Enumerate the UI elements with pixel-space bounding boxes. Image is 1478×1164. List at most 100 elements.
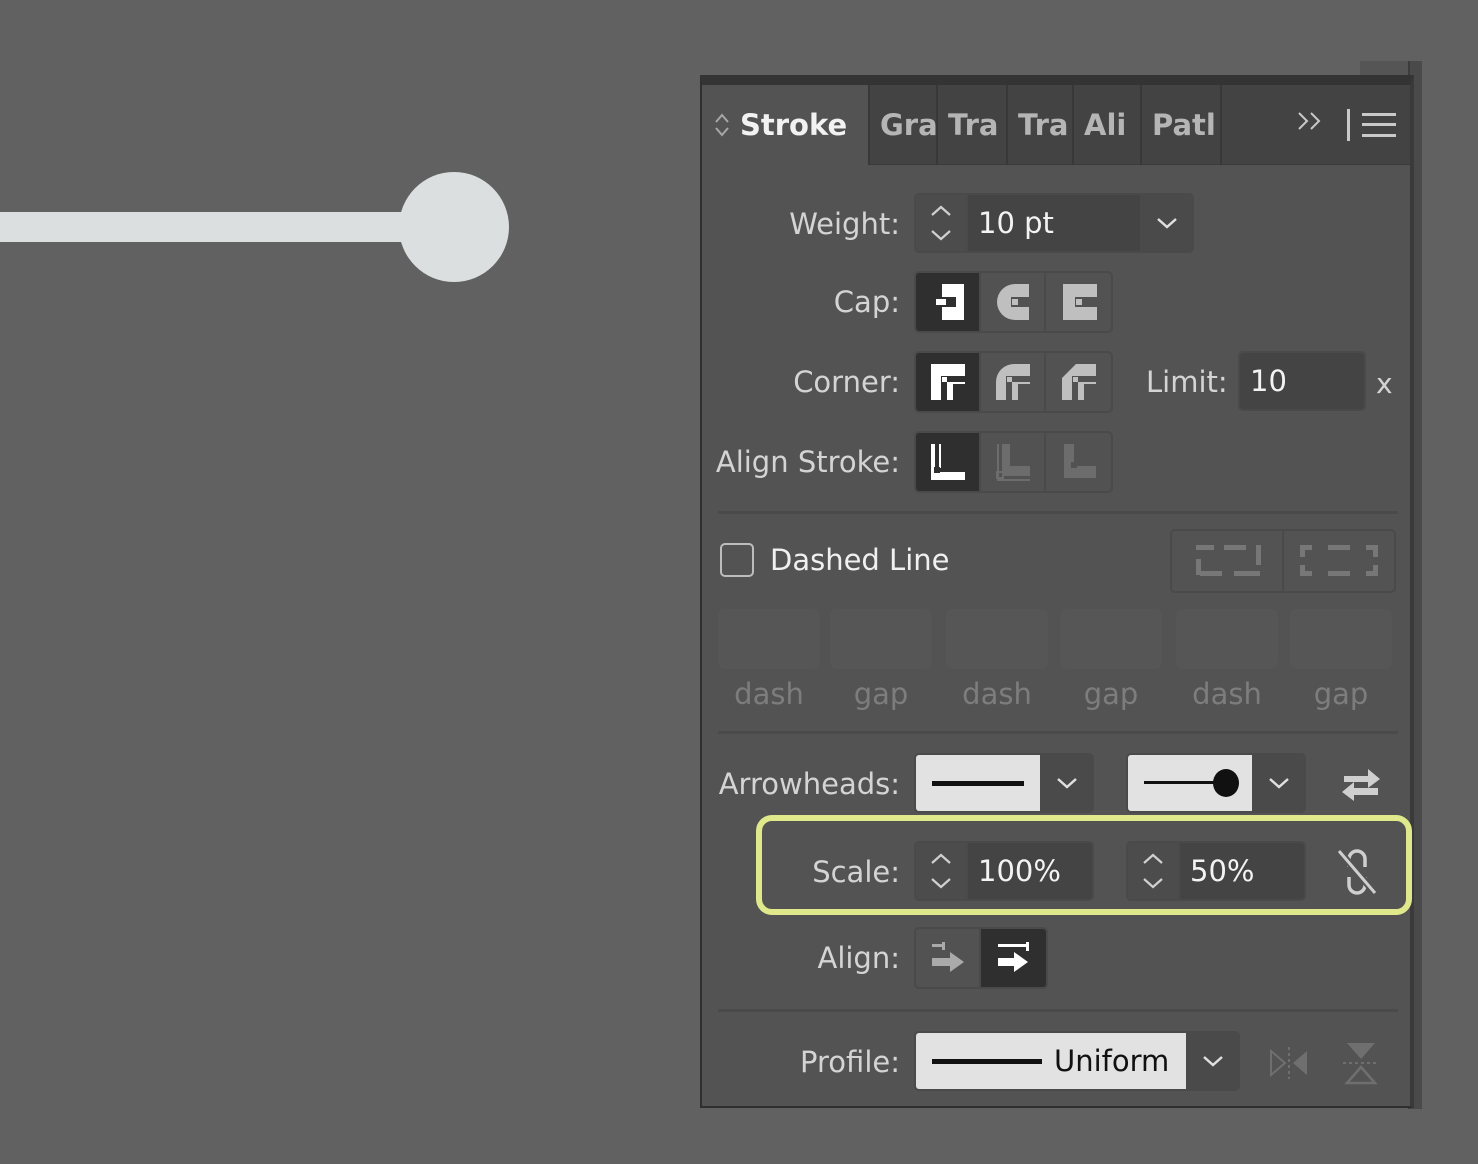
tab-transparency[interactable]: Tra <box>938 85 1008 165</box>
tab-transform[interactable]: Tra <box>1008 85 1074 165</box>
end-scale-stepper[interactable] <box>1128 843 1180 899</box>
round-join-button[interactable] <box>981 353 1046 411</box>
dashed-line-checkbox[interactable] <box>720 543 754 577</box>
align-stroke-segmented-control <box>914 431 1113 493</box>
dash-2-input[interactable] <box>946 609 1048 669</box>
panel-tab-bar: Stroke Gra Tra Tra Ali Patl <box>702 85 1410 165</box>
flip-across-button[interactable] <box>1336 1039 1386 1087</box>
flip-vertical-icon <box>1343 1043 1379 1085</box>
collapse-toggle-icon[interactable] <box>714 112 730 138</box>
flip-along-button[interactable] <box>1264 1041 1314 1085</box>
align-dash-corners-icon <box>1300 545 1378 576</box>
start-scale-input[interactable]: 100% <box>968 843 1092 899</box>
gap-2-input[interactable] <box>1060 609 1162 669</box>
round-cap-icon <box>996 284 1031 320</box>
align-stroke-outside-button[interactable] <box>1046 433 1111 491</box>
tab-gradient[interactable]: Gra <box>870 85 938 165</box>
start-arrowhead-preview[interactable] <box>916 755 1040 811</box>
limit-unit: x <box>1376 367 1393 400</box>
arrowhead-align-control <box>914 927 1048 989</box>
bevel-join-icon <box>1061 364 1096 402</box>
gap-1-label: gap <box>853 677 909 711</box>
tab-overflow-button[interactable] <box>1285 109 1335 140</box>
chevron-down-icon <box>1269 778 1289 789</box>
align-stroke-center-icon <box>930 444 965 480</box>
start-arrowhead-dropdown-button[interactable] <box>1040 755 1092 811</box>
scale-label: Scale: <box>812 855 900 889</box>
dash-3-label: dash <box>1192 677 1262 711</box>
circle-arrowhead-icon <box>1144 769 1239 797</box>
profile-value: Uniform <box>1054 1044 1170 1078</box>
stroke-panel: Stroke Gra Tra Tra Ali Patl Weight: 10 p… <box>700 75 1414 1108</box>
section-divider <box>718 1009 1398 1012</box>
tab-align[interactable]: Ali <box>1074 85 1142 165</box>
align-stroke-label: Align Stroke: <box>715 445 900 479</box>
chevron-down-icon <box>1157 218 1177 229</box>
dash-3-input[interactable] <box>1176 609 1278 669</box>
tab-stroke[interactable]: Stroke <box>702 85 870 165</box>
dash-1-input[interactable] <box>718 609 820 669</box>
tab-label: Tra <box>948 108 999 142</box>
extend-arrow-beyond-tip-icon <box>931 942 964 972</box>
limit-control: 10 <box>1238 351 1366 411</box>
round-join-icon <box>995 364 1030 402</box>
align-stroke-outside-icon <box>1063 444 1096 478</box>
cap-label: Cap: <box>833 285 900 319</box>
profile-preview[interactable]: Uniform <box>916 1033 1186 1089</box>
gap-1-input[interactable] <box>830 609 932 669</box>
panel-menu-icon[interactable] <box>1362 110 1396 140</box>
link-scale-toggle[interactable] <box>1332 847 1382 897</box>
round-cap-button[interactable] <box>981 273 1046 331</box>
end-arrowhead-preview[interactable] <box>1128 755 1252 811</box>
butt-cap-button[interactable] <box>916 273 981 331</box>
tab-label: Patl <box>1152 108 1216 142</box>
place-arrow-at-end-icon <box>997 942 1029 972</box>
tab-label: Ali <box>1084 108 1127 142</box>
canvas-stroke-path[interactable] <box>0 212 430 242</box>
weight-stepper[interactable] <box>916 195 968 251</box>
limit-input[interactable]: 10 <box>1240 353 1364 409</box>
tab-pathfinder[interactable]: Patl <box>1142 85 1222 165</box>
align-label: Align: <box>817 941 900 975</box>
end-arrowhead-dropdown-button[interactable] <box>1252 755 1304 811</box>
weight-dropdown-button[interactable] <box>1140 195 1192 251</box>
swap-arrows-icon <box>1342 769 1380 801</box>
dash-1-label: dash <box>734 677 804 711</box>
align-stroke-inside-icon <box>995 444 1030 481</box>
flip-horizontal-icon <box>1270 1047 1307 1079</box>
preserve-dash-icon <box>1196 545 1261 576</box>
arrowheads-label: Arrowheads: <box>718 767 900 801</box>
weight-label: Weight: <box>789 207 900 241</box>
unlink-icon <box>1336 848 1378 896</box>
align-stroke-center-button[interactable] <box>916 433 981 491</box>
weight-input[interactable]: 10 pt <box>968 195 1140 251</box>
align-dash-corners-button[interactable] <box>1284 531 1394 591</box>
profile-label: Profile: <box>800 1045 900 1079</box>
canvas-circle-arrowhead[interactable] <box>399 172 509 282</box>
section-divider <box>718 731 1398 734</box>
tab-label: Gra <box>880 108 938 142</box>
gap-3-label: gap <box>1313 677 1369 711</box>
start-scale-stepper[interactable] <box>916 843 968 899</box>
dashed-line-label: Dashed Line <box>770 543 950 577</box>
chevron-down-icon <box>1057 778 1077 789</box>
align-stroke-inside-button[interactable] <box>981 433 1046 491</box>
projecting-cap-icon <box>1062 284 1097 320</box>
projecting-cap-button[interactable] <box>1046 273 1111 331</box>
swap-arrowheads-button[interactable] <box>1336 765 1386 805</box>
miter-join-button[interactable] <box>916 353 981 411</box>
profile-dropdown-button[interactable] <box>1186 1033 1238 1089</box>
tab-divider <box>1347 108 1350 141</box>
tab-label: Tra <box>1018 108 1069 142</box>
bevel-join-button[interactable] <box>1046 353 1111 411</box>
weight-control: 10 pt <box>914 193 1194 253</box>
extend-beyond-tip-button[interactable] <box>916 929 981 987</box>
preserve-dash-button[interactable] <box>1172 531 1284 591</box>
end-scale-input[interactable]: 50% <box>1180 843 1304 899</box>
gap-3-input[interactable] <box>1290 609 1392 669</box>
dash-alignment-control <box>1170 529 1396 593</box>
chevron-down-icon <box>1203 1056 1223 1067</box>
cap-segmented-control <box>914 271 1113 333</box>
uniform-profile-icon <box>932 1058 1042 1064</box>
place-at-end-button[interactable] <box>981 929 1046 987</box>
